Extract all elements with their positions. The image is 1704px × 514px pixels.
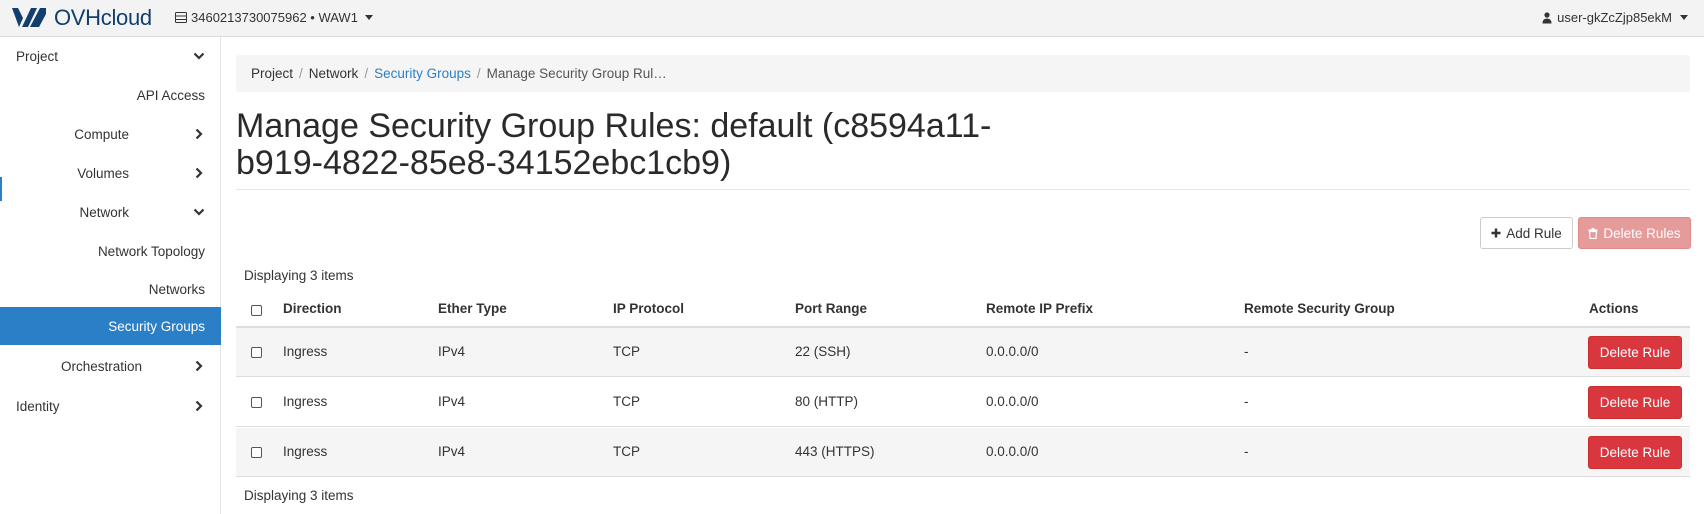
cell-remote-security-group: - — [1244, 344, 1249, 359]
table-row: Ingress IPv4 TCP 80 (HTTP) 0.0.0.0/0 - D… — [236, 378, 1690, 427]
add-rule-button[interactable]: Add Rule — [1480, 217, 1573, 249]
cell-port-range: 80 (HTTP) — [795, 394, 859, 409]
sidebar-item-label: Network Topology — [97, 243, 205, 259]
cell-direction: Ingress — [283, 394, 328, 409]
column-header-actions: Actions — [1589, 301, 1639, 316]
sidebar-item-label: Orchestration — [60, 358, 142, 374]
username: user-gkZcZjp85ekM — [1557, 10, 1672, 25]
user-icon — [1542, 11, 1552, 23]
table-header: Direction Ether Type IP Protocol Port Ra… — [236, 292, 1690, 328]
sidebar-item-networks[interactable]: Networks — [0, 270, 221, 308]
cell-direction: Ingress — [283, 444, 328, 459]
sidebar-item-security-groups[interactable]: Security Groups — [0, 307, 221, 345]
sidebar-item-network-topology[interactable]: Network Topology — [0, 232, 221, 270]
add-rule-label: Add Rule — [1506, 225, 1562, 241]
divider — [236, 189, 1690, 190]
breadcrumb-item-current: Manage Security Group Rul… — [486, 66, 667, 81]
sidebar: Project API Access Compute Volumes Netwo… — [0, 37, 221, 514]
column-header-remote-security-group[interactable]: Remote Security Group — [1244, 301, 1395, 316]
breadcrumb-separator: / — [364, 66, 369, 81]
cell-remote-ip-prefix: 0.0.0.0/0 — [986, 394, 1039, 409]
cell-port-range: 443 (HTTPS) — [795, 444, 875, 459]
cell-ip-protocol: TCP — [613, 394, 640, 409]
trash-icon — [1588, 227, 1598, 239]
sidebar-item-label: Compute — [74, 126, 129, 142]
cell-remote-security-group: - — [1244, 394, 1249, 409]
cell-port-range: 22 (SSH) — [795, 344, 851, 359]
project-region-selector[interactable]: 3460213730075962 • WAW1 — [175, 10, 373, 25]
breadcrumb: Project / Network / Security Groups / Ma… — [236, 55, 1690, 92]
cell-ether-type: IPv4 — [438, 444, 466, 459]
cell-ether-type: IPv4 — [438, 344, 466, 359]
chevron-right-icon — [195, 360, 203, 372]
row-checkbox[interactable] — [251, 347, 262, 358]
chevron-down-icon — [193, 208, 205, 216]
column-header-direction[interactable]: Direction — [283, 301, 342, 316]
items-count-bottom: Displaying 3 items — [244, 488, 354, 503]
cell-direction: Ingress — [283, 344, 328, 359]
table-row: Ingress IPv4 TCP 22 (SSH) 0.0.0.0/0 - De… — [236, 328, 1690, 377]
chevron-right-icon — [195, 128, 203, 140]
sidebar-item-label: API Access — [136, 87, 205, 103]
chevron-right-icon — [195, 400, 203, 412]
sidebar-item-label: Identity — [16, 398, 60, 414]
page-title: Manage Security Group Rules: default (c8… — [236, 107, 992, 182]
delete-rule-button[interactable]: Delete Rule — [1588, 386, 1682, 419]
row-checkbox[interactable] — [251, 447, 262, 458]
breadcrumb-item-network[interactable]: Network — [309, 66, 359, 81]
sidebar-item-orchestration[interactable]: Orchestration — [0, 347, 221, 385]
brand-name: OVHcloud — [54, 5, 152, 30]
cell-ip-protocol: TCP — [613, 444, 640, 459]
delete-rules-label: Delete Rules — [1603, 225, 1681, 241]
chevron-right-icon — [195, 167, 203, 179]
sidebar-item-network[interactable]: Network — [0, 193, 221, 231]
cell-ether-type: IPv4 — [438, 394, 466, 409]
sidebar-item-label: Security Groups — [108, 318, 205, 334]
sidebar-item-volumes[interactable]: Volumes — [0, 154, 221, 192]
sidebar-item-identity[interactable]: Identity — [0, 387, 221, 425]
plus-icon — [1491, 228, 1501, 238]
breadcrumb-item-project[interactable]: Project — [251, 66, 293, 81]
cell-remote-ip-prefix: 0.0.0.0/0 — [986, 444, 1039, 459]
column-header-ip-protocol[interactable]: IP Protocol — [613, 301, 684, 316]
column-header-remote-ip-prefix[interactable]: Remote IP Prefix — [986, 301, 1093, 316]
sidebar-item-label: Network — [79, 204, 129, 220]
select-all-checkbox[interactable] — [251, 305, 262, 316]
cell-remote-ip-prefix: 0.0.0.0/0 — [986, 344, 1039, 359]
top-navbar: OVHcloud 3460213730075962 • WAW1 user-gk… — [0, 0, 1704, 37]
ovhcloud-logo[interactable]: OVHcloud — [10, 5, 152, 31]
delete-rules-button[interactable]: Delete Rules — [1578, 217, 1691, 249]
sidebar-item-compute[interactable]: Compute — [0, 115, 221, 153]
breadcrumb-item-security-groups[interactable]: Security Groups — [374, 66, 471, 81]
sidebar-item-label: Networks — [148, 281, 205, 297]
delete-rule-button[interactable]: Delete Rule — [1588, 436, 1682, 469]
delete-rule-button[interactable]: Delete Rule — [1588, 336, 1682, 369]
ovhcloud-logo-icon — [12, 8, 46, 27]
caret-down-icon — [1680, 15, 1688, 20]
table-row: Ingress IPv4 TCP 443 (HTTPS) 0.0.0.0/0 -… — [236, 428, 1690, 477]
sidebar-item-api-access[interactable]: API Access — [0, 76, 221, 114]
column-header-port-range[interactable]: Port Range — [795, 301, 867, 316]
cell-remote-security-group: - — [1244, 444, 1249, 459]
project-region-label: 3460213730075962 • WAW1 — [191, 10, 358, 25]
column-header-ether-type[interactable]: Ether Type — [438, 301, 507, 316]
cell-ip-protocol: TCP — [613, 344, 640, 359]
chevron-down-icon — [193, 52, 205, 60]
caret-down-icon — [364, 15, 373, 20]
row-checkbox[interactable] — [251, 397, 262, 408]
sidebar-item-label: Project — [16, 48, 59, 64]
user-menu[interactable]: user-gkZcZjp85ekM — [1542, 10, 1688, 25]
breadcrumb-separator: / — [299, 66, 303, 81]
server-icon — [175, 12, 187, 23]
items-count-top: Displaying 3 items — [244, 268, 354, 283]
sidebar-item-project[interactable]: Project — [0, 37, 221, 75]
sidebar-item-label: Volumes — [77, 165, 129, 181]
breadcrumb-separator: / — [476, 66, 481, 81]
